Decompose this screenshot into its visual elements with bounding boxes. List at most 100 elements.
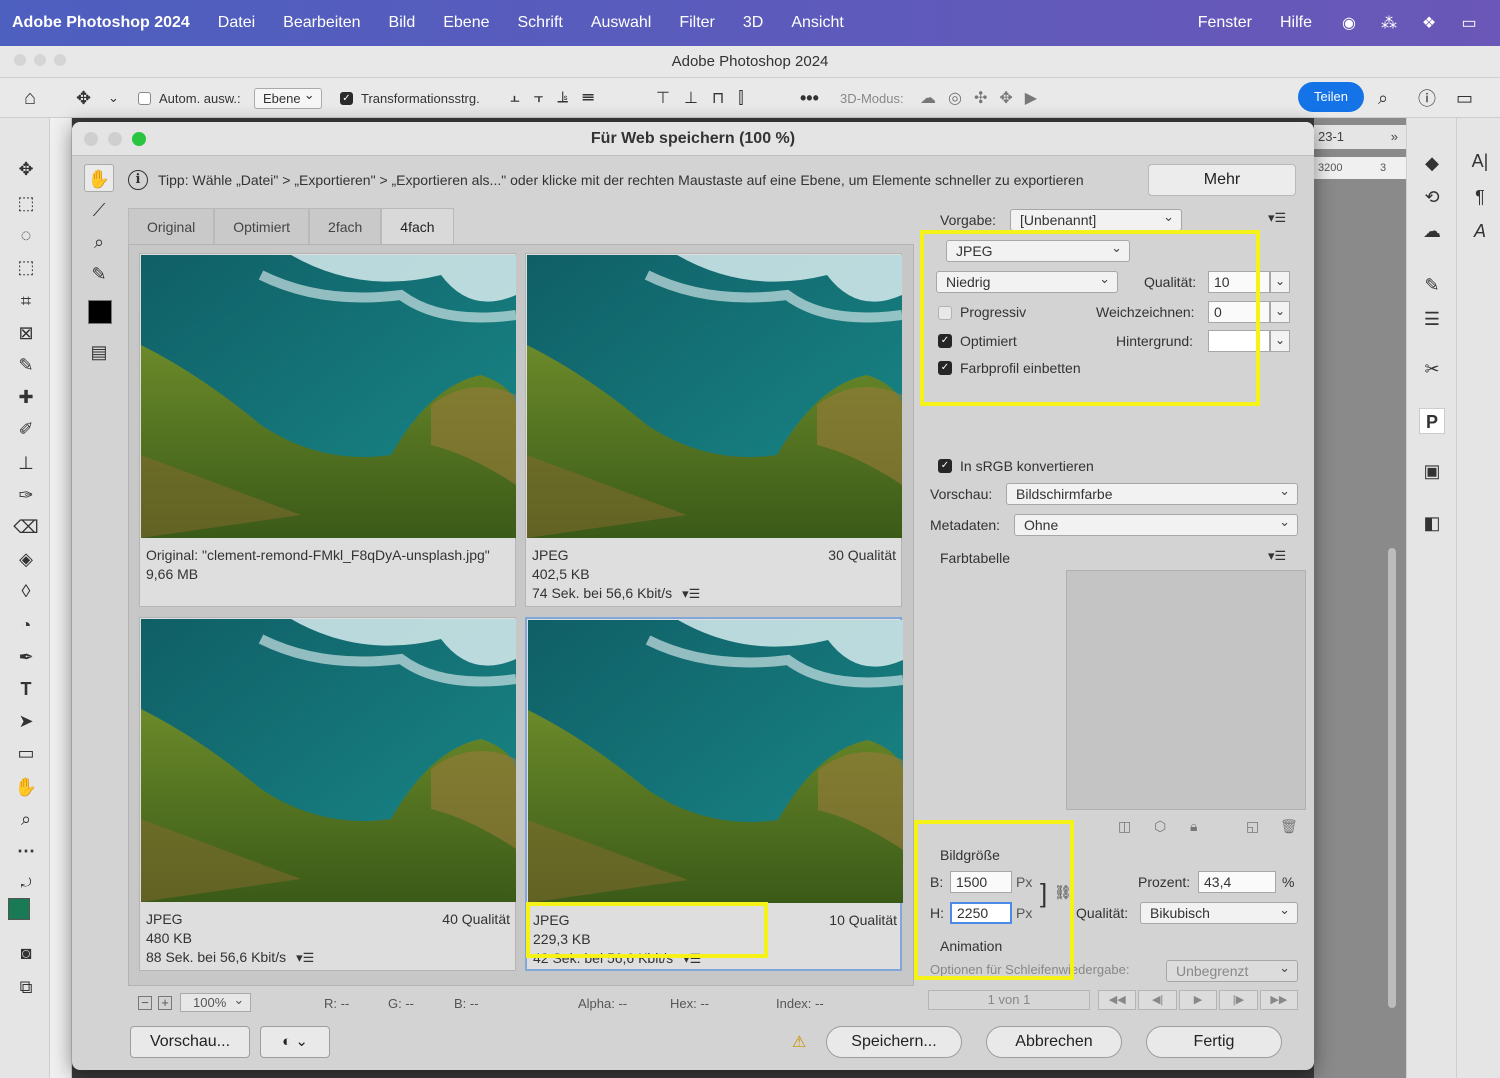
menu-schrift[interactable]: Schrift <box>518 14 563 32</box>
healing-brush-icon[interactable]: ✚ <box>13 384 39 410</box>
zoom-level-select[interactable]: 100% ⌄ <box>180 992 252 1012</box>
workspace-icon[interactable]: ▭ <box>1456 78 1473 118</box>
transform-controls-checkbox[interactable]: ✓ Transformationsstrg. <box>340 78 480 118</box>
more-options-icon[interactable]: ••• <box>800 78 819 118</box>
swap-colors-icon[interactable]: ⤾ <box>13 870 39 896</box>
preview-menu-icon[interactable]: ▾☰ <box>296 950 314 965</box>
share-button[interactable]: Teilen <box>1298 82 1364 112</box>
eyedropper-icon[interactable]: ✎ <box>13 352 39 378</box>
quick-mask-icon[interactable]: ◙ <box>13 940 39 966</box>
preview-in-browser-button[interactable]: Vorschau... <box>130 1026 250 1058</box>
resample-select[interactable]: Bikubisch <box>1140 900 1298 924</box>
menu-auswahl[interactable]: Auswahl <box>591 14 651 32</box>
tab-2fach[interactable]: 2fach <box>309 208 382 244</box>
path-select-icon[interactable]: ➤ <box>13 708 39 734</box>
tools-icon[interactable]: ✂ <box>1419 356 1445 382</box>
screen-mode-icon[interactable]: ⧉ <box>13 974 39 1000</box>
eraser-icon[interactable]: ⌫ <box>13 514 39 540</box>
lasso-tool-icon[interactable]: ◌ <box>13 222 39 248</box>
color-table-menu-icon[interactable]: ▾☰ <box>1268 548 1286 564</box>
adjustments-icon[interactable]: ☰ <box>1419 306 1445 332</box>
prev-frame-button[interactable]: ◀| <box>1138 990 1177 1010</box>
hand-tool-icon[interactable]: ✋ <box>13 774 39 800</box>
history-brush-icon[interactable]: ✑ <box>13 482 39 508</box>
quality-slider-toggle[interactable]: ⌄ <box>1270 271 1290 293</box>
map-color-icon[interactable]: ◫ <box>1118 818 1131 835</box>
zoom-window-button[interactable] <box>132 132 146 146</box>
done-button[interactable]: Fertig <box>1146 1026 1282 1058</box>
paragraph-icon[interactable]: ¶ <box>1467 184 1493 210</box>
web-snap-icon[interactable]: ⬡ <box>1154 818 1166 835</box>
menu-bearbeiten[interactable]: Bearbeiten <box>283 14 360 32</box>
close-window-button[interactable] <box>84 132 98 146</box>
3d-mode-icons[interactable]: ☁◎✣✥▶ <box>920 78 1049 118</box>
rectangle-tool-icon[interactable]: ▭ <box>13 740 39 766</box>
auto-select-checkbox[interactable]: Autom. ausw.: <box>138 78 241 118</box>
lock-icon[interactable]: 🔒︎ <box>1190 818 1197 835</box>
marquee-tool-icon[interactable]: ⬚ <box>13 190 39 216</box>
menu-ebene[interactable]: Ebene <box>443 14 489 32</box>
type-tool-icon[interactable]: T <box>13 676 39 702</box>
double-chevron-icon[interactable]: » <box>1391 125 1398 149</box>
chevron-down-icon[interactable]: ⌄ <box>108 78 119 118</box>
cancel-button[interactable]: Abbrechen <box>986 1026 1122 1058</box>
paint-bucket-icon[interactable]: ◈ <box>13 546 39 572</box>
vertical-scrollbar[interactable] <box>1388 548 1396 1008</box>
zoom-in-button[interactable]: + <box>158 996 172 1010</box>
menu-3d[interactable]: 3D <box>743 14 763 32</box>
metadata-select[interactable]: Ohne <box>1014 512 1298 536</box>
preview-cell-original[interactable]: Original: "clement-remond-FMkl_F8qDyA-un… <box>139 253 516 607</box>
navigator-icon[interactable]: ▣ <box>1419 458 1445 484</box>
frame-tool-icon[interactable]: ⊠ <box>13 320 39 346</box>
percent-input[interactable]: 43,4 <box>1198 871 1276 893</box>
align-icons[interactable]: ⫠⫟⫡☰ <box>510 78 608 118</box>
preset-select[interactable]: [Unbenannt] <box>1010 207 1182 231</box>
cluster-icon[interactable]: ⁂ <box>1380 14 1398 32</box>
distribute-icons[interactable]: ⊤⊥⊓⫿ <box>656 78 757 118</box>
browser-select-button[interactable]: ◐ ⌄ <box>260 1026 330 1058</box>
dodge-tool-icon[interactable]: ◔ <box>13 612 39 638</box>
zoom-tool-icon[interactable]: ⌕ <box>13 806 39 832</box>
display-icon[interactable]: ▭ <box>1460 14 1478 32</box>
glyphs-icon[interactable]: A <box>1467 218 1493 244</box>
auto-select-dropdown[interactable]: Ebene <box>254 78 322 118</box>
brush-tool-icon[interactable]: ✐ <box>13 416 39 442</box>
home-icon[interactable]: ⌂ <box>24 78 36 118</box>
preview-cell-q30[interactable]: JPEG 30 Qualität 402,5 KB 74 Sek. bei 56… <box>525 253 902 607</box>
move-tool-icon[interactable]: ✥ <box>13 156 39 182</box>
creative-cloud-icon[interactable]: ❖ <box>1420 14 1438 32</box>
gradient-icon[interactable]: ◧ <box>1419 510 1445 536</box>
loop-select[interactable]: Unbegrenzt <box>1166 958 1298 982</box>
foreground-color-swatch[interactable] <box>8 898 30 920</box>
properties-icon[interactable]: P <box>1419 408 1445 434</box>
layers-icon[interactable]: ◆ <box>1419 150 1445 176</box>
first-frame-button[interactable]: ◀◀ <box>1098 990 1137 1010</box>
menu-datei[interactable]: Datei <box>218 14 255 32</box>
minimize-window-button[interactable] <box>108 132 122 146</box>
menu-ansicht[interactable]: Ansicht <box>791 14 843 32</box>
trash-icon[interactable]: 🗑︎ <box>1280 818 1298 835</box>
stamp-tool-icon[interactable]: ⊥ <box>13 450 39 476</box>
libraries-icon[interactable]: ☁ <box>1419 218 1445 244</box>
menu-filter[interactable]: Filter <box>679 14 715 32</box>
blur-tool-icon[interactable]: ◊ <box>13 578 39 604</box>
help-icon[interactable]: ⓘ <box>1418 78 1436 118</box>
preview-mode-select[interactable]: Bildschirmfarbe <box>1006 481 1298 505</box>
last-frame-button[interactable]: ▶▶ <box>1259 990 1299 1010</box>
eyedropper-color-swatch[interactable] <box>88 300 112 324</box>
slice-select-icon[interactable]: ⟋ <box>84 196 114 224</box>
zoom-out-button[interactable]: − <box>138 996 152 1010</box>
blur-slider-toggle[interactable]: ⌄ <box>1270 301 1290 323</box>
document-tab[interactable]: 23-1 » <box>1314 125 1406 149</box>
more-tools-icon[interactable]: ⋯ <box>13 838 39 864</box>
character-icon[interactable]: A| <box>1467 148 1493 174</box>
preview-cell-q40[interactable]: JPEG 40 Qualität 480 KB 88 Sek. bei 56,6… <box>139 617 516 971</box>
tab-4fach[interactable]: 4fach <box>381 208 454 244</box>
new-color-icon[interactable]: ◱ <box>1246 818 1259 835</box>
color-table[interactable] <box>1066 570 1306 810</box>
tab-optimiert[interactable]: Optimiert <box>214 208 310 244</box>
brushes-icon[interactable]: ✎ <box>1419 272 1445 298</box>
menu-fenster[interactable]: Fenster <box>1198 14 1252 32</box>
toggle-slices-icon[interactable]: ▤ <box>84 338 114 366</box>
play-button[interactable]: ▶ <box>1178 990 1218 1010</box>
